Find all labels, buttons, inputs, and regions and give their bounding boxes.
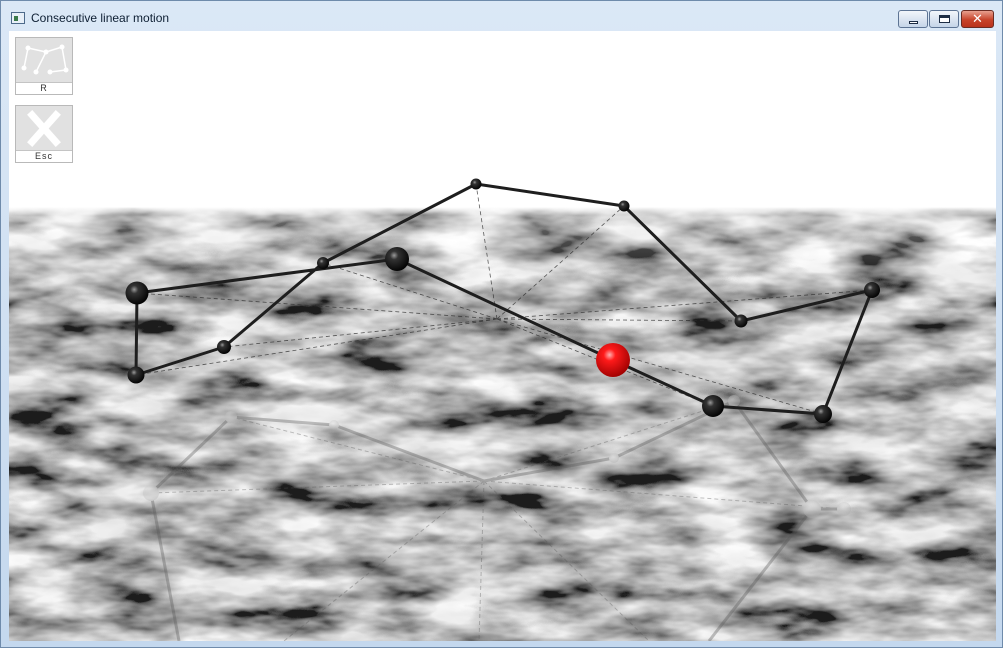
waypoint-node[interactable] [618, 200, 630, 212]
waypoint-node[interactable] [864, 282, 880, 298]
reflection-node [803, 500, 821, 518]
3d-viewport[interactable]: R Esc [9, 31, 996, 641]
reflection-node [225, 411, 237, 423]
minimize-button[interactable] [898, 10, 928, 28]
waypoint-node[interactable] [470, 178, 482, 190]
graph-nodes-icon [21, 44, 69, 75]
sky [9, 31, 996, 211]
close-x-icon [27, 110, 61, 147]
waypoint-node[interactable] [217, 340, 231, 354]
waypoint-node[interactable] [814, 405, 832, 423]
scene-canvas[interactable] [9, 31, 996, 641]
maximize-button[interactable] [929, 10, 959, 28]
reflection-node [728, 395, 740, 407]
escape-label: Esc [16, 150, 72, 162]
reset-button[interactable]: R [15, 37, 73, 95]
waypoint-node[interactable] [385, 247, 409, 271]
moving-ball [596, 343, 630, 377]
waypoint-node[interactable] [125, 281, 149, 305]
reset-label: R [16, 82, 72, 94]
waypoint-node[interactable] [702, 395, 724, 417]
escape-button[interactable]: Esc [15, 105, 73, 163]
waypoint-node[interactable] [734, 314, 748, 328]
waypoint-node[interactable] [127, 366, 145, 384]
reflection-node [143, 485, 159, 501]
waypoint-node[interactable] [317, 257, 329, 269]
reflection-node [329, 420, 339, 430]
close-icon: ✕ [972, 11, 983, 27]
maximize-icon [938, 15, 950, 23]
close-button[interactable]: ✕ [961, 10, 994, 28]
reflection-node [837, 502, 851, 516]
app-window: Consecutive linear motion ✕ R Esc [0, 0, 1003, 648]
minimize-icon [908, 20, 918, 24]
app-icon [11, 12, 25, 24]
window-title: Consecutive linear motion [31, 11, 170, 25]
reflection-node [609, 453, 619, 463]
horizon-fog [9, 207, 996, 277]
title-bar[interactable]: Consecutive linear motion ✕ [1, 1, 1002, 31]
